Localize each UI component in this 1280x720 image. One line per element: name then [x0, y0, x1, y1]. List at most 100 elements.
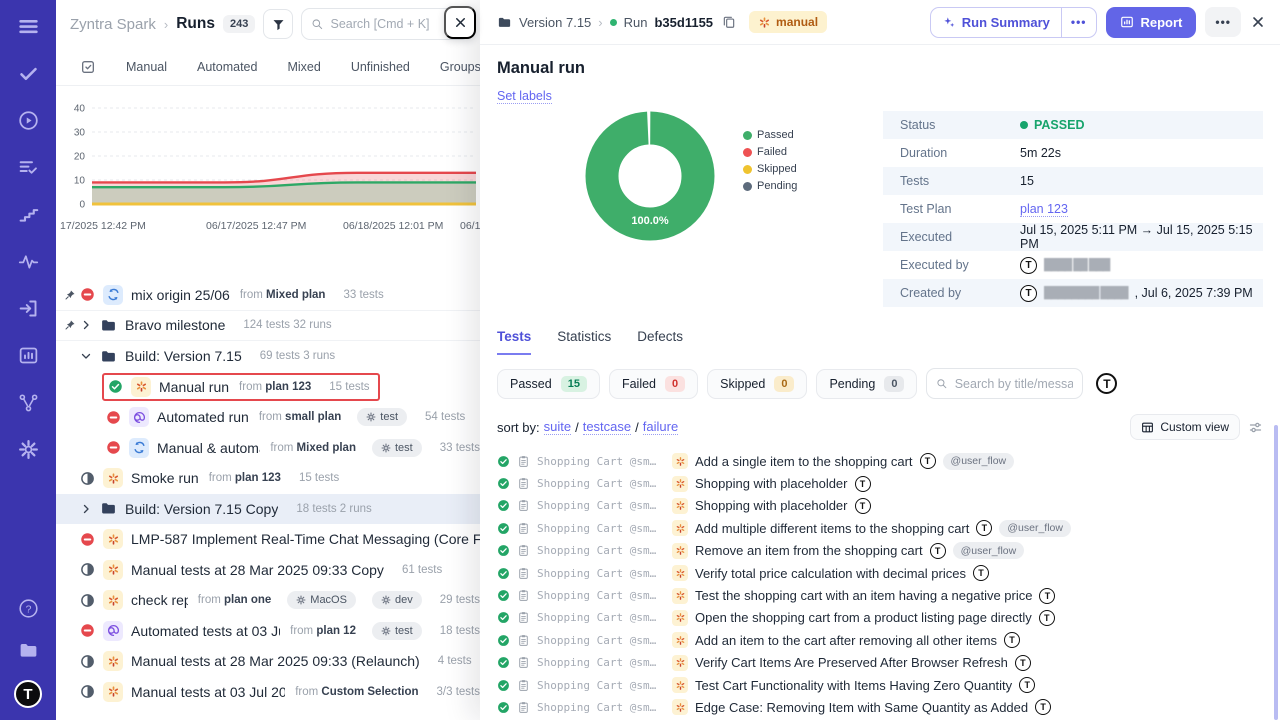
tests-list: Shopping Cart @sm… Add a single item to …	[497, 450, 1263, 720]
burst	[675, 702, 686, 713]
report-button[interactable]: Report	[1106, 7, 1197, 38]
test-row[interactable]: Shopping Cart @sm… Add a single item to …	[497, 450, 1263, 472]
run-row[interactable]: mix origin 25/06from Mixed plan33 tests	[56, 280, 480, 311]
tab-statistics[interactable]: Statistics	[557, 329, 611, 355]
activity-icon	[18, 251, 39, 272]
chevron-right-icon[interactable]	[80, 503, 92, 515]
folder-icon[interactable]	[16, 638, 40, 662]
clipboard-icon	[517, 455, 530, 468]
import-icon	[18, 298, 39, 319]
tab-manual[interactable]: Manual	[126, 60, 167, 74]
status	[80, 593, 95, 608]
run-row[interactable]: Manual tests at 28 Mar 2025 09:33 (Relau…	[56, 646, 480, 677]
test-row[interactable]: Shopping Cart @sm… Add an item to the ca…	[497, 629, 1263, 651]
sort-failure-link[interactable]: failure	[643, 419, 678, 435]
sort-testcase-link[interactable]: testcase	[583, 419, 631, 435]
help-icon[interactable]	[16, 596, 40, 620]
custom-view-button[interactable]: Custom view	[1130, 414, 1240, 440]
filter-button[interactable]	[263, 9, 293, 39]
run-summary-more-button[interactable]: •••	[1061, 8, 1096, 37]
passed	[497, 522, 510, 535]
chip-failed[interactable]: Failed0	[609, 369, 698, 399]
copy-icon[interactable]	[722, 15, 736, 29]
test-row[interactable]: Shopping Cart @sm… Shopping with placeho…	[497, 472, 1263, 494]
main-sidebar: T	[0, 0, 56, 720]
breadcrumb-folder[interactable]: Version 7.15	[519, 15, 591, 30]
status-passed-icon	[497, 589, 510, 602]
test-row[interactable]: Shopping Cart @sm… Add multiple differen…	[497, 517, 1263, 539]
play-circle-icon[interactable]	[16, 108, 40, 132]
gear-icon[interactable]	[16, 437, 40, 461]
steps-icon[interactable]	[16, 202, 40, 226]
chip-passed[interactable]: Passed15	[497, 369, 600, 399]
user-avatar[interactable]: T	[14, 680, 42, 708]
run-row[interactable]: LMP-587 Implement Real-Time Chat Messagi…	[56, 524, 480, 555]
tests-search-input[interactable]	[955, 377, 1074, 391]
sort-by-label: sort by:	[497, 420, 540, 435]
run-row[interactable]: Manual tests at 03 Jul 2025 12:08from Cu…	[56, 677, 480, 708]
tab-automated[interactable]: Automated	[197, 60, 257, 74]
run-row[interactable]: Manual & automated runfrom Mixed plantes…	[56, 433, 480, 464]
test-row[interactable]: Shopping Cart @sm… Open the shopping car…	[497, 607, 1263, 629]
import-icon[interactable]	[16, 296, 40, 320]
breadcrumb-project[interactable]: Zyntra Spark	[70, 16, 156, 33]
chip-skipped[interactable]: Skipped0	[707, 369, 807, 399]
assignee-avatar: T	[973, 565, 989, 581]
detail-close-button[interactable]	[1250, 14, 1266, 30]
bar-chart-icon[interactable]	[16, 343, 40, 367]
more-actions-button[interactable]: •••	[1205, 7, 1241, 37]
test-row[interactable]: Shopping Cart @sm… Verify Cart Items Are…	[497, 652, 1263, 674]
test-row[interactable]: Shopping Cart @sm… Verify total price ca…	[497, 562, 1263, 584]
test-row[interactable]: Shopping Cart @sm… Edge Case: Removing I…	[497, 696, 1263, 718]
clipboard	[517, 522, 530, 535]
tab-groups[interactable]: Groups	[440, 60, 480, 74]
test-row[interactable]: Shopping Cart @sm… Remove an item from t…	[497, 540, 1263, 562]
test-row[interactable]: Shopping Cart @sm… Test Cart Functionali…	[497, 674, 1263, 696]
check-icon[interactable]	[16, 61, 40, 85]
list-check-icon[interactable]	[16, 155, 40, 179]
chip-pending[interactable]: Pending0	[816, 369, 917, 399]
run-row[interactable]: Manual runfrom plan 12315 tests	[56, 372, 480, 403]
tab-defects[interactable]: Defects	[637, 329, 683, 355]
status-passed-icon	[497, 611, 510, 624]
chevron-down-icon[interactable]	[80, 350, 92, 362]
run-summary-button[interactable]: Run Summary •••	[930, 7, 1097, 38]
select-all-icon[interactable]	[80, 59, 96, 75]
run-name: mix origin 25/06	[131, 287, 230, 303]
assignee-avatar: T	[1039, 588, 1055, 604]
tab-mixed[interactable]: Mixed	[287, 60, 320, 74]
runs-search-input[interactable]	[331, 17, 460, 31]
detail-row: Test Planplan 123	[883, 195, 1263, 223]
folder-icon	[497, 15, 512, 30]
run-row[interactable]: Smoke runfrom plan 12315 tests	[56, 463, 480, 494]
chevron-right-icon[interactable]	[80, 319, 92, 331]
run-row[interactable]: Build: Version 7.1569 tests 3 runs	[56, 341, 480, 372]
sort-suite-link[interactable]: suite	[544, 419, 571, 435]
test-row[interactable]: Shopping Cart @sm… Shopping with placeho…	[497, 495, 1263, 517]
run-row[interactable]: Bravo milestone124 tests 32 runs	[56, 311, 480, 342]
assignee-avatar: T	[1004, 632, 1020, 648]
tests-search[interactable]	[926, 368, 1083, 399]
assignee-filter-avatar[interactable]: T	[1096, 373, 1117, 394]
panel-close-button[interactable]	[444, 6, 476, 39]
test-row[interactable]: Shopping Cart @sm… Test the shopping car…	[497, 584, 1263, 606]
set-labels-link[interactable]: Set labels	[497, 89, 552, 104]
view-settings-icon[interactable]	[1248, 420, 1263, 435]
test-title: Verify total price calculation with deci…	[695, 566, 966, 581]
run-row[interactable]: Automated runfrom small plantest54 tests	[56, 402, 480, 433]
run-row[interactable]: Build: Version 7.15 Copy18 tests 2 runs	[56, 494, 480, 525]
run-row[interactable]: Automated tests at 03 Jul 2025 13:25from…	[56, 616, 480, 647]
test-tag-badge: @user_flow	[953, 542, 1025, 559]
test-plan-link[interactable]: plan 123	[1020, 202, 1068, 217]
test-title: Remove an item from the shopping cart	[695, 543, 923, 558]
run-row[interactable]: Manual tests at 28 Mar 2025 09:33 Copy61…	[56, 555, 480, 586]
status-passed-icon	[497, 679, 510, 692]
tab-unfinished[interactable]: Unfinished	[351, 60, 410, 74]
tab-tests[interactable]: Tests	[497, 329, 531, 355]
activity-icon[interactable]	[16, 249, 40, 273]
menu-icon[interactable]	[16, 14, 40, 38]
branch-icon[interactable]	[16, 390, 40, 414]
scrollbar[interactable]	[1274, 425, 1278, 720]
manual-test-icon	[672, 632, 688, 648]
run-row[interactable]: check report sharingfrom plan oneMacOSde…	[56, 585, 480, 616]
